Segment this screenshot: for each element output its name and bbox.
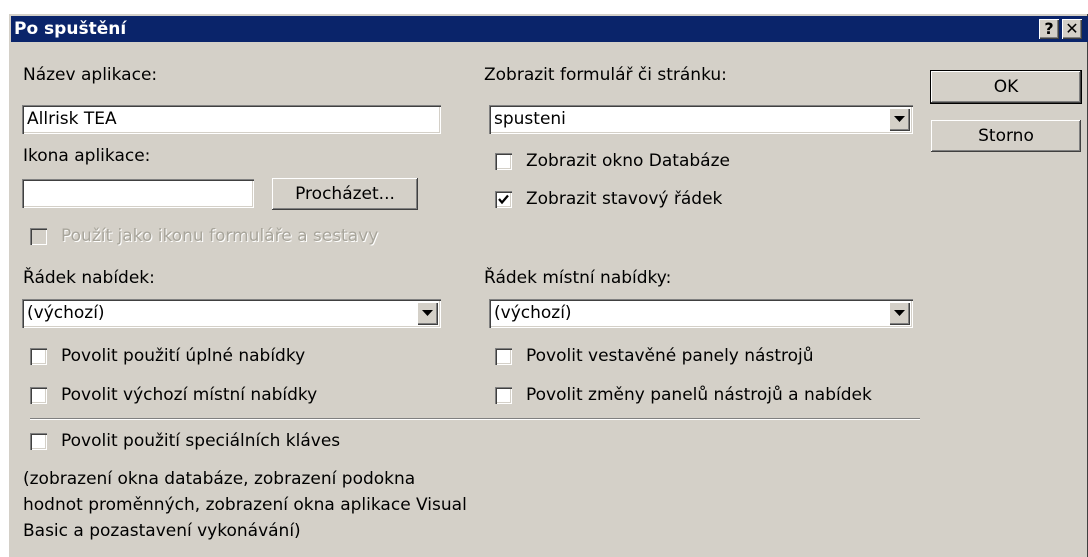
display-form-value: spusteni <box>494 109 566 129</box>
menu-bar-value: (výchozí) <box>27 303 105 323</box>
menu-bar-select[interactable]: (výchozí) <box>22 299 441 328</box>
allow-full-menus-checkbox[interactable] <box>30 348 47 365</box>
shortcut-menu-bar-label: Řádek místní nabídky: <box>484 268 672 288</box>
startup-dialog: Po spuštění ? ✕ Název aplikace: Allrisk … <box>8 13 1088 557</box>
display-form-select[interactable]: spusteni <box>489 105 913 134</box>
dialog-title: Po spuštění <box>14 19 127 39</box>
chevron-down-icon <box>894 310 905 316</box>
cancel-button[interactable]: Storno <box>931 120 1081 152</box>
shortcut-menu-bar-value: (výchozí) <box>494 303 572 323</box>
special-keys-note-line3: Basic a pozastavení vykonávání) <box>23 521 301 541</box>
show-status-bar-label: Zobrazit stavový řádek <box>526 189 723 209</box>
allow-builtin-toolbars-checkbox[interactable] <box>495 348 512 365</box>
display-form-dropdown-button[interactable] <box>889 108 910 131</box>
use-as-form-icon-checkbox[interactable] <box>30 228 47 245</box>
show-db-window-checkbox[interactable] <box>495 153 512 170</box>
allow-toolbar-menu-changes-label: Povolit změny panelů nástrojů a nabídek <box>526 385 872 405</box>
title-bar: Po spuštění ? ✕ <box>11 16 1088 42</box>
app-name-value: Allrisk TEA <box>27 109 117 129</box>
app-icon-input[interactable] <box>22 179 254 208</box>
special-keys-note-line2: hodnot proměnných, zobrazení okna aplika… <box>23 495 467 515</box>
allow-default-shortcut-menus-checkbox[interactable] <box>30 387 47 404</box>
allow-builtin-toolbars-label: Povolit vestavěné panely nástrojů <box>526 346 814 366</box>
allow-full-menus-label: Povolit použití úplné nabídky <box>61 346 306 366</box>
allow-default-shortcut-menus-label: Povolit výchozí místní nabídky <box>61 385 318 405</box>
menu-bar-label: Řádek nabídek: <box>23 268 155 288</box>
app-name-input[interactable]: Allrisk TEA <box>22 105 441 134</box>
separator <box>30 418 920 420</box>
special-keys-note-line1: (zobrazení okna databáze, zobrazení podo… <box>23 469 416 489</box>
chevron-down-icon <box>422 310 433 316</box>
display-form-label: Zobrazit formulář či stránku: <box>484 65 727 85</box>
shortcut-menu-bar-select[interactable]: (výchozí) <box>489 299 913 328</box>
shortcut-menu-bar-dropdown-button[interactable] <box>889 302 910 325</box>
close-button[interactable]: ✕ <box>1062 19 1082 39</box>
use-special-keys-checkbox[interactable] <box>30 433 47 450</box>
use-as-form-icon-label: Použít jako ikonu formuláře a sestavy <box>61 226 379 246</box>
show-status-bar-checkbox[interactable] <box>495 191 512 208</box>
show-db-window-label: Zobrazit okno Databáze <box>526 151 730 171</box>
allow-toolbar-menu-changes-checkbox[interactable] <box>495 387 512 404</box>
chevron-down-icon <box>894 116 905 122</box>
checkmark-icon <box>498 194 509 205</box>
menu-bar-dropdown-button[interactable] <box>417 302 438 325</box>
app-name-label: Název aplikace: <box>23 65 158 85</box>
ok-button[interactable]: OK <box>931 71 1081 103</box>
use-special-keys-label: Povolit použití speciálních kláves <box>61 431 341 451</box>
browse-button[interactable]: Procházet... <box>272 178 418 210</box>
app-icon-label: Ikona aplikace: <box>23 146 151 166</box>
help-button[interactable]: ? <box>1039 19 1059 39</box>
